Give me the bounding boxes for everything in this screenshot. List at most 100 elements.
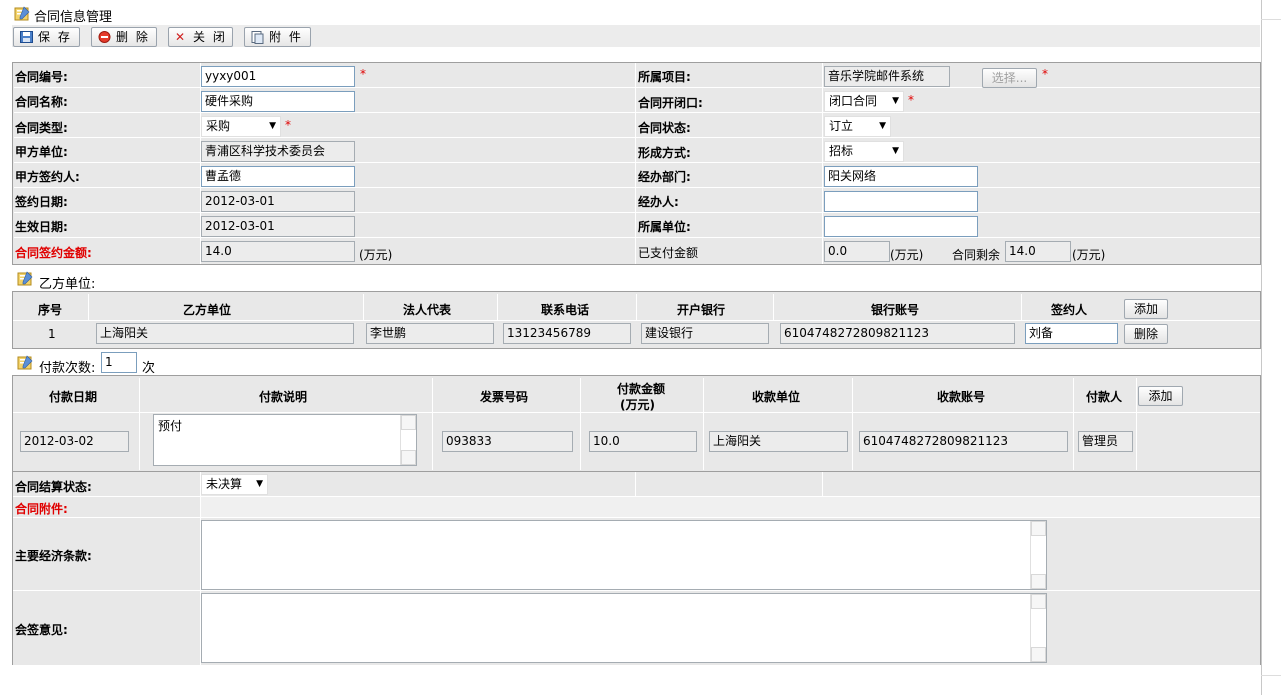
remaining-input[interactable]: 14.0	[1005, 241, 1071, 262]
handler-input[interactable]	[824, 191, 978, 212]
scroll-up-arrow-icon[interactable]	[1031, 521, 1046, 536]
party-b-account-input[interactable]: 6104748272809821123	[780, 323, 1015, 344]
paid-amount-label: 已支付金额	[638, 246, 699, 260]
contract-type-select[interactable]: 采购 ▼	[201, 116, 281, 137]
formation-label: 形成方式:	[638, 146, 691, 160]
col-header-pay-date: 付款日期	[49, 390, 98, 404]
column-divider	[635, 472, 636, 496]
pay-amount-input[interactable]: 10.0	[589, 431, 697, 452]
save-icon	[20, 31, 33, 43]
settle-status-select[interactable]: 未决算 ▼	[201, 474, 268, 495]
col-header-payer: 付款人	[1086, 390, 1123, 404]
formation-select[interactable]: 招标 ▼	[824, 141, 904, 162]
payment-section-header: 付款次数: 1 次	[12, 348, 1261, 376]
vertical-scrollbar[interactable]	[1261, 0, 1281, 695]
amount-unit: (万元)	[359, 248, 393, 262]
project-input[interactable]: 音乐学院邮件系统	[824, 66, 950, 87]
column-divider	[432, 378, 433, 470]
payee-input[interactable]: 上海阳关	[709, 431, 848, 452]
scroll-down-arrow-icon[interactable]	[401, 450, 416, 465]
remaining-label: 合同剩余	[952, 248, 1001, 262]
main-terms-textarea[interactable]	[201, 520, 1047, 590]
scroll-up-arrow-icon[interactable]	[1031, 594, 1046, 609]
contract-no-input[interactable]: yyxy001	[201, 66, 355, 87]
contract-type-label: 合同类型:	[15, 121, 68, 135]
chevron-down-icon: ▼	[892, 146, 899, 156]
required-marker: *	[908, 93, 914, 107]
add-party-b-button[interactable]: 添加	[1124, 299, 1168, 319]
title-bar: 合同信息管理	[0, 0, 1281, 28]
chevron-down-icon: ▼	[256, 479, 263, 489]
remaining-unit: (万元)	[1072, 248, 1106, 262]
select-project-button[interactable]: 选择...	[982, 68, 1037, 88]
project-label: 所属项目:	[638, 70, 691, 84]
column-divider	[635, 63, 636, 264]
invoice-input[interactable]: 093833	[442, 431, 573, 452]
pay-date-input[interactable]: 2012-03-02	[20, 431, 129, 452]
department-label: 经办部门:	[638, 170, 691, 184]
party-a-signer-input[interactable]: 曹孟德	[201, 166, 355, 187]
add-payment-button[interactable]: 添加	[1138, 386, 1183, 406]
scroll-down-arrow-icon[interactable]	[1261, 675, 1281, 695]
chevron-down-icon: ▼	[892, 96, 899, 106]
payer-input[interactable]: 管理员	[1078, 431, 1133, 452]
handler-label: 经办人:	[638, 195, 679, 209]
sign-date-input[interactable]: 2012-03-01	[201, 191, 355, 212]
scroll-up-arrow-icon[interactable]	[1261, 0, 1281, 20]
effective-date-input[interactable]: 2012-03-01	[201, 216, 355, 237]
pay-desc-textarea[interactable]: 预付	[153, 414, 417, 466]
scroll-down-arrow-icon[interactable]	[1031, 647, 1046, 662]
party-b-bank-input[interactable]: 建设银行	[641, 323, 769, 344]
scroll-down-arrow-icon[interactable]	[1031, 574, 1046, 589]
status-label: 合同状态:	[638, 121, 691, 135]
payment-count-input[interactable]: 1	[101, 352, 137, 373]
chevron-down-icon: ▼	[879, 121, 886, 131]
column-divider	[497, 294, 498, 320]
column-divider	[636, 294, 637, 320]
col-header-phone: 联系电话	[541, 303, 590, 317]
textarea-scrollbar[interactable]	[1030, 521, 1046, 589]
party-a-unit-input[interactable]: 青浦区科学技术委员会	[201, 141, 355, 162]
attach-button[interactable]: 附 件	[244, 27, 311, 47]
party-b-unit-input[interactable]: 上海阳关	[96, 323, 354, 344]
delete-button[interactable]: 删 除	[91, 27, 157, 47]
sign-date-label: 签约日期:	[15, 195, 68, 209]
status-select[interactable]: 订立 ▼	[824, 116, 891, 137]
column-divider	[1136, 378, 1137, 470]
department-input[interactable]: 阳关网络	[824, 166, 978, 187]
party-b-signer-input[interactable]: 刘备	[1025, 323, 1118, 344]
paid-amount-input[interactable]: 0.0	[824, 241, 890, 262]
required-marker: *	[1042, 67, 1048, 81]
col-header-no: 序号	[38, 303, 63, 317]
scroll-up-arrow-icon[interactable]	[401, 415, 416, 430]
main-terms-label: 主要经济条款:	[15, 549, 92, 563]
form-edit-icon	[14, 6, 30, 21]
toolbar: 保 存 删 除 ✕ 关 闭 附 件	[12, 25, 1260, 47]
contract-amount-input[interactable]: 14.0	[201, 241, 355, 262]
page-title: 合同信息管理	[34, 10, 113, 25]
owner-unit-label: 所属单位:	[638, 220, 691, 234]
party-a-signer-label: 甲方签约人:	[15, 170, 80, 184]
column-divider	[822, 63, 823, 264]
contract-name-input[interactable]: 硬件采购	[201, 91, 355, 112]
save-button[interactable]: 保 存	[13, 27, 80, 47]
col-header-account: 银行账号	[871, 303, 920, 317]
payment-count-suffix: 次	[142, 361, 156, 376]
column-divider	[1021, 294, 1022, 320]
opinion-textarea[interactable]	[201, 593, 1047, 663]
column-divider	[88, 294, 89, 320]
textarea-scrollbar[interactable]	[1030, 594, 1046, 662]
col-header-invoice: 发票号码	[480, 390, 529, 404]
close-button[interactable]: ✕ 关 闭	[168, 27, 233, 47]
attachment-icon	[251, 31, 264, 44]
row-divider	[13, 517, 1260, 518]
delete-party-b-button[interactable]: 删除	[1124, 324, 1168, 344]
owner-unit-input[interactable]	[824, 216, 978, 237]
party-b-phone-input[interactable]: 13123456789	[503, 323, 631, 344]
payee-account-input[interactable]: 6104748272809821123	[859, 431, 1068, 452]
delete-icon	[98, 31, 111, 43]
party-b-rep-input[interactable]: 李世鹏	[366, 323, 494, 344]
col-header-bank: 开户银行	[677, 303, 726, 317]
textarea-scrollbar[interactable]	[400, 415, 416, 465]
open-close-select[interactable]: 闭口合同 ▼	[824, 91, 904, 112]
